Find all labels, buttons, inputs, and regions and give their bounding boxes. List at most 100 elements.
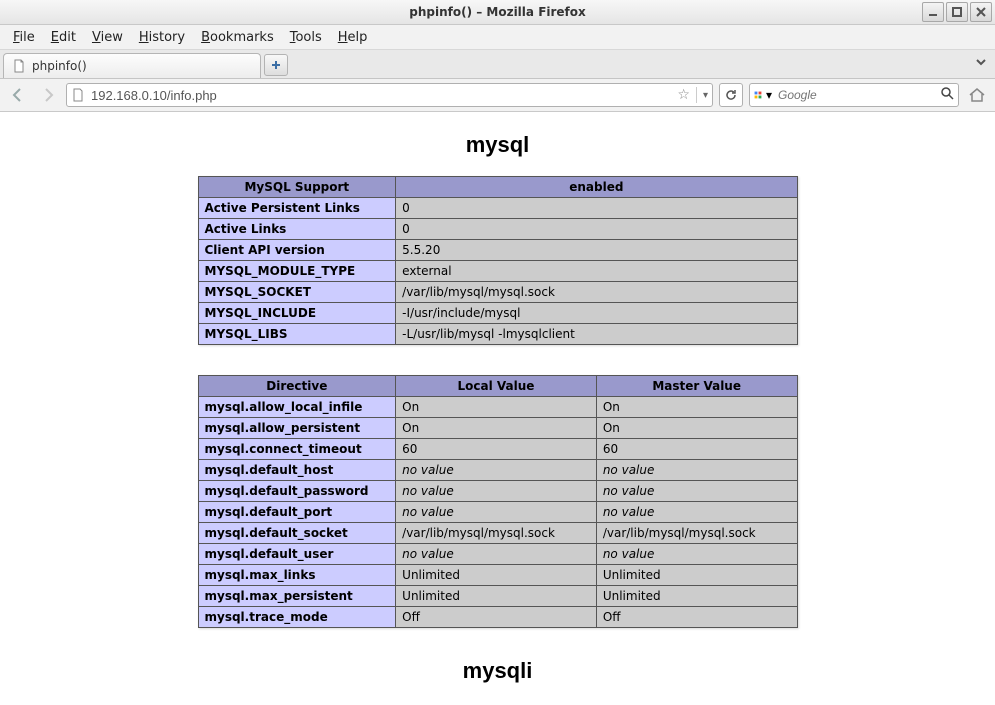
- window-titlebar: phpinfo() – Mozilla Firefox: [0, 0, 995, 25]
- table-row: mysql.connect_timeout6060: [198, 439, 797, 460]
- table-cell-key: mysql.default_port: [198, 502, 396, 523]
- table-cell-key: MYSQL_INCLUDE: [198, 303, 396, 324]
- window-minimize-button[interactable]: [922, 2, 944, 22]
- search-icon[interactable]: [941, 87, 954, 103]
- table-cell-key: Active Links: [198, 219, 396, 240]
- table-row: mysql.default_userno valueno value: [198, 544, 797, 565]
- table-cell-key: mysql.default_user: [198, 544, 396, 565]
- table-cell-value: -I/usr/include/mysql: [396, 303, 797, 324]
- browser-viewport[interactable]: mysql MySQL Support enabled Active Persi…: [0, 112, 995, 705]
- site-favicon-icon: [71, 88, 85, 102]
- table-cell-master: Unlimited: [596, 586, 797, 607]
- table-cell-master: no value: [596, 460, 797, 481]
- table-row: Client API version5.5.20: [198, 240, 797, 261]
- url-dropdown-icon[interactable]: ▾: [703, 90, 708, 101]
- section-heading-mysqli: mysqli: [198, 658, 798, 684]
- menu-bar: File Edit View History Bookmarks Tools H…: [0, 25, 995, 50]
- browser-tab-active[interactable]: phpinfo(): [3, 53, 261, 78]
- table-cell-key: mysql.trace_mode: [198, 607, 396, 628]
- navigation-toolbar: ☆ ▾ ▾: [0, 79, 995, 112]
- table-header: Local Value: [396, 376, 597, 397]
- table-cell-key: mysql.default_password: [198, 481, 396, 502]
- table-cell-master: no value: [596, 502, 797, 523]
- table-cell-key: Active Persistent Links: [198, 198, 396, 219]
- table-cell-master: On: [596, 418, 797, 439]
- table-cell-local: On: [396, 397, 597, 418]
- table-row: MYSQL_INCLUDE-I/usr/include/mysql: [198, 303, 797, 324]
- google-icon: [754, 88, 762, 102]
- tabs-dropdown-button[interactable]: [975, 56, 987, 71]
- menu-bookmarks[interactable]: Bookmarks: [194, 28, 281, 47]
- table-cell-value: 0: [396, 219, 797, 240]
- menu-history[interactable]: History: [132, 28, 192, 47]
- table-cell-master: Off: [596, 607, 797, 628]
- table-row: mysql.max_linksUnlimitedUnlimited: [198, 565, 797, 586]
- table-header: MySQL Support: [198, 177, 396, 198]
- table-row: mysql.trace_modeOffOff: [198, 607, 797, 628]
- menu-file[interactable]: File: [6, 28, 42, 47]
- table-cell-key: mysql.allow_persistent: [198, 418, 396, 439]
- table-cell-value: 5.5.20: [396, 240, 797, 261]
- search-engine-dropdown-icon[interactable]: ▾: [766, 88, 772, 102]
- table-row: mysql.max_persistentUnlimitedUnlimited: [198, 586, 797, 607]
- table-cell-master: no value: [596, 481, 797, 502]
- bookmark-star-icon[interactable]: ☆: [677, 87, 690, 103]
- table-cell-local: Unlimited: [396, 565, 597, 586]
- address-bar[interactable]: ☆ ▾: [66, 83, 713, 107]
- table-row: mysql.default_portno valueno value: [198, 502, 797, 523]
- table-cell-key: mysql.default_socket: [198, 523, 396, 544]
- url-input[interactable]: [89, 87, 673, 104]
- table-row: Active Links0: [198, 219, 797, 240]
- table-cell-local: Unlimited: [396, 586, 597, 607]
- menu-edit[interactable]: Edit: [44, 28, 83, 47]
- table-row: MYSQL_SOCKET/var/lib/mysql/mysql.sock: [198, 282, 797, 303]
- mysql-support-table: MySQL Support enabled Active Persistent …: [198, 176, 798, 345]
- table-cell-key: Client API version: [198, 240, 396, 261]
- tab-title: phpinfo(): [32, 59, 87, 73]
- table-row: Active Persistent Links0: [198, 198, 797, 219]
- table-row: mysql.default_hostno valueno value: [198, 460, 797, 481]
- table-row: mysql.allow_local_infileOnOn: [198, 397, 797, 418]
- table-cell-value: -L/usr/lib/mysql -lmysqlclient: [396, 324, 797, 345]
- table-cell-key: mysql.max_persistent: [198, 586, 396, 607]
- table-row: MYSQL_MODULE_TYPEexternal: [198, 261, 797, 282]
- forward-button[interactable]: [36, 83, 60, 107]
- table-cell-value: 0: [396, 198, 797, 219]
- table-row: mysql.default_passwordno valueno value: [198, 481, 797, 502]
- table-cell-local: no value: [396, 481, 597, 502]
- back-button[interactable]: [6, 83, 30, 107]
- new-tab-button[interactable]: [264, 54, 288, 76]
- window-maximize-button[interactable]: [946, 2, 968, 22]
- window-title: phpinfo() – Mozilla Firefox: [0, 5, 995, 19]
- table-header: Master Value: [596, 376, 797, 397]
- reload-button[interactable]: [719, 83, 743, 107]
- table-cell-master: /var/lib/mysql/mysql.sock: [596, 523, 797, 544]
- table-row: MYSQL_LIBS-L/usr/lib/mysql -lmysqlclient: [198, 324, 797, 345]
- table-cell-value: external: [396, 261, 797, 282]
- menu-help[interactable]: Help: [331, 28, 375, 47]
- table-cell-key: mysql.max_links: [198, 565, 396, 586]
- search-bar[interactable]: ▾: [749, 83, 959, 107]
- menu-tools[interactable]: Tools: [283, 28, 329, 47]
- table-cell-value: /var/lib/mysql/mysql.sock: [396, 282, 797, 303]
- table-header-row: MySQL Support enabled: [198, 177, 797, 198]
- table-cell-local: no value: [396, 502, 597, 523]
- table-header-row: Directive Local Value Master Value: [198, 376, 797, 397]
- table-header: enabled: [396, 177, 797, 198]
- table-cell-key: mysql.default_host: [198, 460, 396, 481]
- table-cell-key: MYSQL_SOCKET: [198, 282, 396, 303]
- table-row: mysql.default_socket/var/lib/mysql/mysql…: [198, 523, 797, 544]
- mysql-directive-table: Directive Local Value Master Value mysql…: [198, 375, 798, 628]
- table-cell-key: MYSQL_MODULE_TYPE: [198, 261, 396, 282]
- table-cell-local: On: [396, 418, 597, 439]
- table-row: mysql.allow_persistentOnOn: [198, 418, 797, 439]
- home-button[interactable]: [965, 83, 989, 107]
- table-cell-key: MYSQL_LIBS: [198, 324, 396, 345]
- search-input[interactable]: [776, 87, 937, 103]
- table-cell-master: 60: [596, 439, 797, 460]
- window-close-button[interactable]: [970, 2, 992, 22]
- table-cell-local: 60: [396, 439, 597, 460]
- table-cell-local: no value: [396, 544, 597, 565]
- page-icon: [12, 59, 26, 73]
- menu-view[interactable]: View: [85, 28, 130, 47]
